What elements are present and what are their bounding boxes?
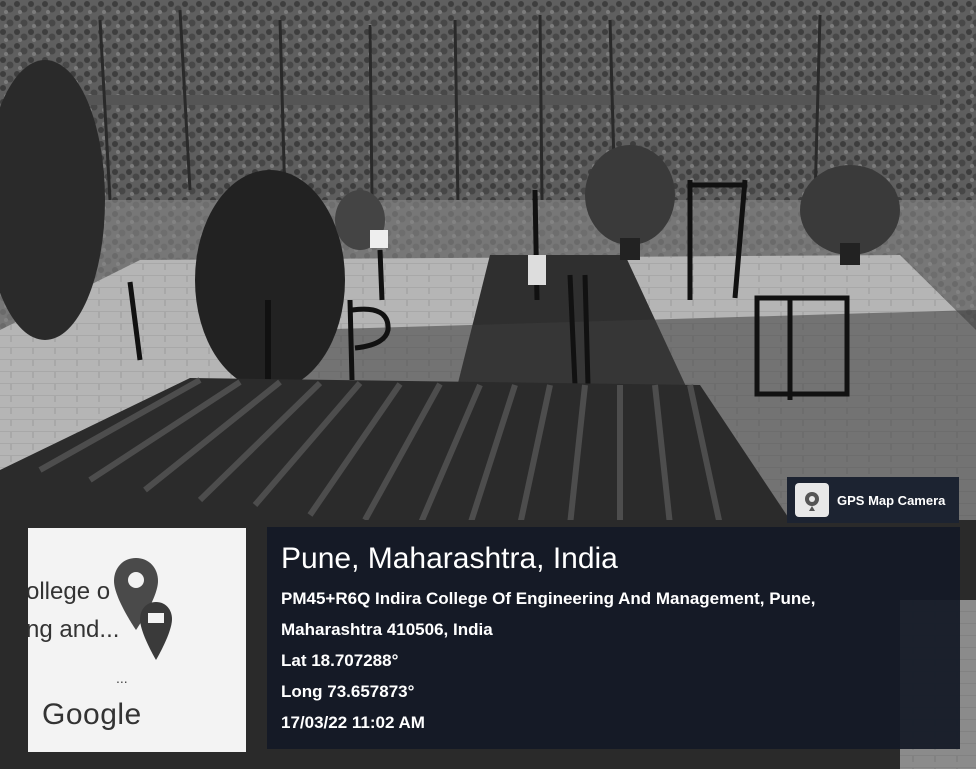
map-place-label-line2: ng and...	[28, 616, 120, 643]
camera-pin-icon	[795, 483, 829, 517]
gps-map-camera-badge: GPS Map Camera	[787, 477, 959, 523]
app-name-label: GPS Map Camera	[837, 492, 946, 508]
latitude-text: Lat 18.707288°	[281, 651, 399, 670]
google-logo: Google	[42, 698, 142, 731]
map-thumbnail: ollege o ng and... ... Google	[28, 528, 246, 752]
map-place-label-line1: ollege o	[28, 578, 111, 605]
location-info-panel: Pune, Maharashtra, India PM45+R6Q Indira…	[267, 527, 960, 749]
timestamp-text: 17/03/22 11:02 AM	[281, 713, 425, 732]
location-title: Pune, Maharashtra, India	[281, 542, 618, 575]
map-ellipsis: ...	[116, 670, 128, 686]
photo-frame: ollege o ng and... ... Google GPS Map Ca…	[0, 0, 976, 769]
college-pin-icon	[140, 602, 172, 660]
address-line-2: Maharashtra 410506, India	[281, 620, 493, 639]
longitude-text: Long 73.657873°	[281, 682, 415, 701]
address-line-1: PM45+R6Q Indira College Of Engineering A…	[281, 589, 816, 608]
